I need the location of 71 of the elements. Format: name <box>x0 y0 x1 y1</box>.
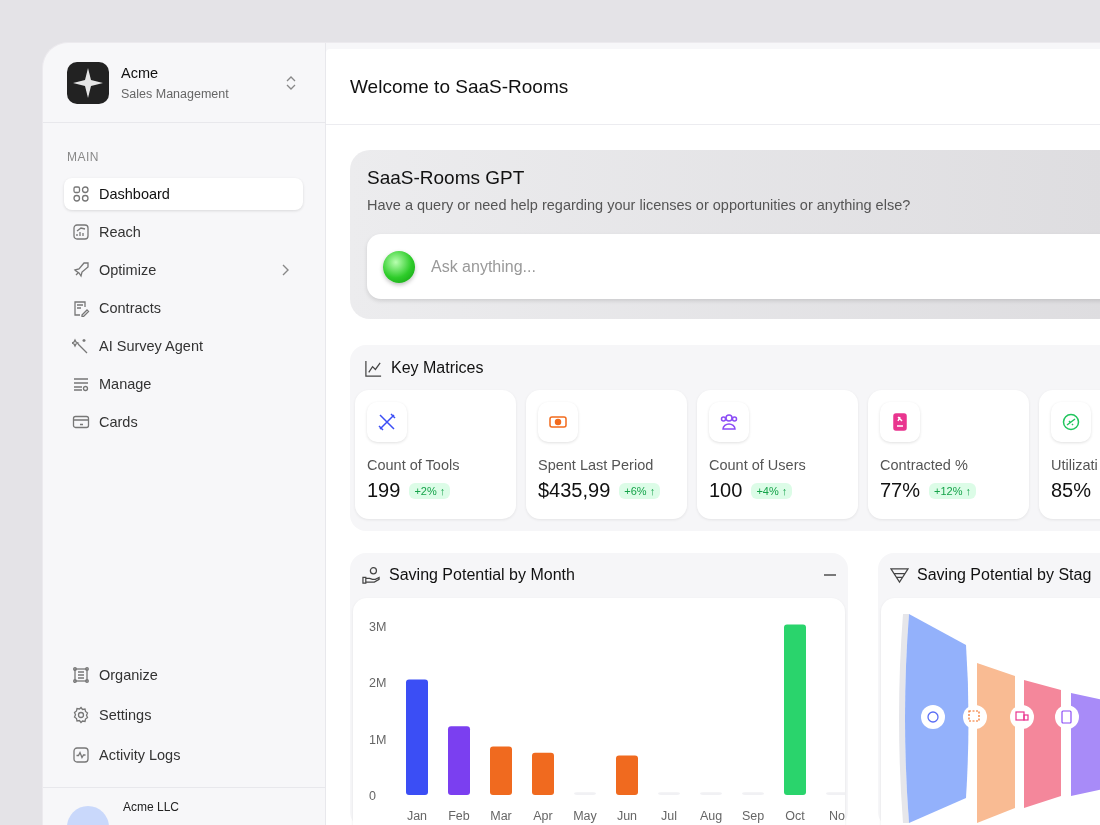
y-axis-label: 1M <box>369 732 387 747</box>
panel-title: Saving Potential by Stag <box>917 566 1093 584</box>
document-pen-icon <box>72 299 90 317</box>
metric-label: Utilizati <box>1051 457 1099 473</box>
x-axis-label: Jul <box>661 809 677 823</box>
x-axis-label: Sep <box>741 809 765 823</box>
x-axis-label: Jan <box>406 809 428 823</box>
y-axis-label: 2M <box>369 676 387 691</box>
change-badge: +2% ↑ <box>409 482 451 499</box>
bar <box>616 755 638 795</box>
pulse-icon <box>72 746 90 764</box>
settings-icon <box>72 706 90 724</box>
nav-item[interactable]: Contracts <box>64 292 303 324</box>
nav-item[interactable]: AI Survey Agent <box>64 330 303 362</box>
section-label: MAIN <box>67 150 100 164</box>
metric-value: $435,99 <box>538 479 611 502</box>
x-axis-label: Apr <box>533 809 553 823</box>
nav-item[interactable]: Organize <box>64 659 303 691</box>
funnel-icon <box>890 565 909 585</box>
up-down-chevron-icon[interactable] <box>285 75 297 91</box>
x-axis-label: No <box>829 809 845 823</box>
nav-item[interactable]: Activity Logs <box>64 739 303 771</box>
assistant-title: SaaS-Rooms GPT <box>367 167 526 189</box>
ask-field[interactable]: Ask anything... <box>429 256 1100 277</box>
chevron-right-icon <box>281 264 289 276</box>
panel-title: Saving Potential by Month <box>389 566 576 584</box>
metric-value: 100 <box>709 479 743 502</box>
x-axis-label: Mar <box>490 809 512 823</box>
nav-item[interactable]: Cards <box>64 406 303 438</box>
metric-label: Spent Last Period <box>538 457 655 473</box>
nav-item[interactable]: Settings <box>64 699 303 731</box>
metric-value: 77% <box>880 479 921 502</box>
line-chart-icon <box>364 358 383 378</box>
x-axis-label: Aug <box>699 809 723 823</box>
nav-item[interactable]: Manage <box>64 368 303 400</box>
credit-card-icon <box>72 413 90 431</box>
nav-item[interactable]: Reach <box>64 216 303 248</box>
bar <box>532 752 554 795</box>
y-axis-label: 3M <box>369 620 387 635</box>
metric-label: Contracted % <box>880 457 969 473</box>
hand-person-icon <box>362 565 381 585</box>
orb-icon <box>383 250 415 283</box>
chart-icon <box>72 223 90 241</box>
panel-title: Key Matrices <box>391 359 485 377</box>
account-name: Acme LLC <box>123 800 180 814</box>
x-axis-label: Jun <box>616 809 638 823</box>
metric-value: 199 <box>367 479 401 502</box>
frame-icon <box>72 666 90 684</box>
metric-label: Count of Tools <box>367 457 461 473</box>
grid-icon <box>72 185 90 203</box>
x-axis-label: May <box>573 809 597 823</box>
page-title: Welcome to SaaS-Rooms <box>350 75 569 98</box>
assistant-subtitle: Have a query or need help regarding your licenses or opportunities or anything else? <box>367 197 912 213</box>
nav-item[interactable]: Dashboard <box>64 178 303 210</box>
star-logo-icon <box>67 62 109 104</box>
change-badge: +4% ↑ <box>751 482 793 499</box>
metric-label: Count of Users <box>709 457 807 473</box>
y-axis-label: 0 <box>369 789 376 803</box>
magic-wand-icon <box>72 337 90 355</box>
sliders-icon <box>72 375 90 393</box>
metric-value: 85% <box>1051 479 1092 502</box>
bar <box>490 746 512 795</box>
x-axis-label: Feb <box>448 809 470 823</box>
workspace-subtitle: Sales Management <box>121 87 230 101</box>
change-badge: +12% ↑ <box>929 482 977 499</box>
bar <box>448 726 470 795</box>
nav-item[interactable]: Optimize <box>64 254 303 286</box>
change-badge: +6% ↑ <box>619 482 661 499</box>
workspace-name: Acme <box>121 65 160 81</box>
x-axis-label: Oct <box>785 809 805 823</box>
rocket-icon <box>72 261 90 279</box>
